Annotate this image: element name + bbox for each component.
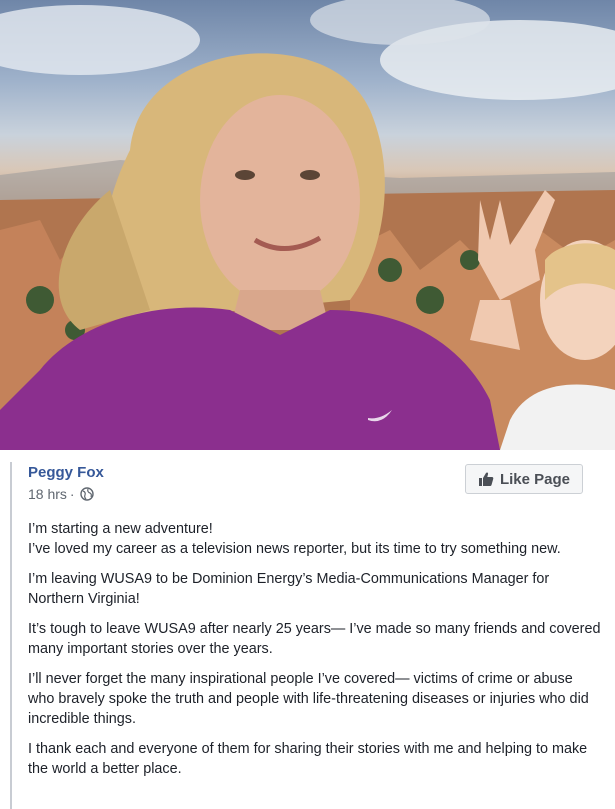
like-page-button[interactable]: Like Page xyxy=(465,464,583,494)
post-card: Peggy Fox 18 hrs · Like Page I’m startin… xyxy=(10,462,605,809)
post-paragraph: I’m leaving WUSA9 to be Dominion Energy’… xyxy=(28,571,550,607)
post-paragraph: I thank each and everyone of them for sh… xyxy=(28,741,588,777)
thumbs-up-icon xyxy=(478,471,494,487)
like-page-label: Like Page xyxy=(499,470,571,488)
author-name-link[interactable]: Peggy Fox xyxy=(28,464,104,481)
globe-icon xyxy=(79,487,94,501)
post-paragraph: I’ll never forget the many inspirational… xyxy=(28,671,589,727)
post-timestamp[interactable]: 18 hrs xyxy=(28,486,67,502)
meta-separator: · xyxy=(69,486,75,502)
post-paragraph: I’m starting a new adventure! I’ve loved… xyxy=(28,521,561,557)
post-text: I’m starting a new adventure! I’ve loved… xyxy=(28,519,603,789)
post-photo[interactable] xyxy=(0,0,615,450)
post-paragraph: It’s tough to leave WUSA9 after nearly 2… xyxy=(28,621,601,657)
post-meta: 18 hrs · xyxy=(28,486,94,502)
